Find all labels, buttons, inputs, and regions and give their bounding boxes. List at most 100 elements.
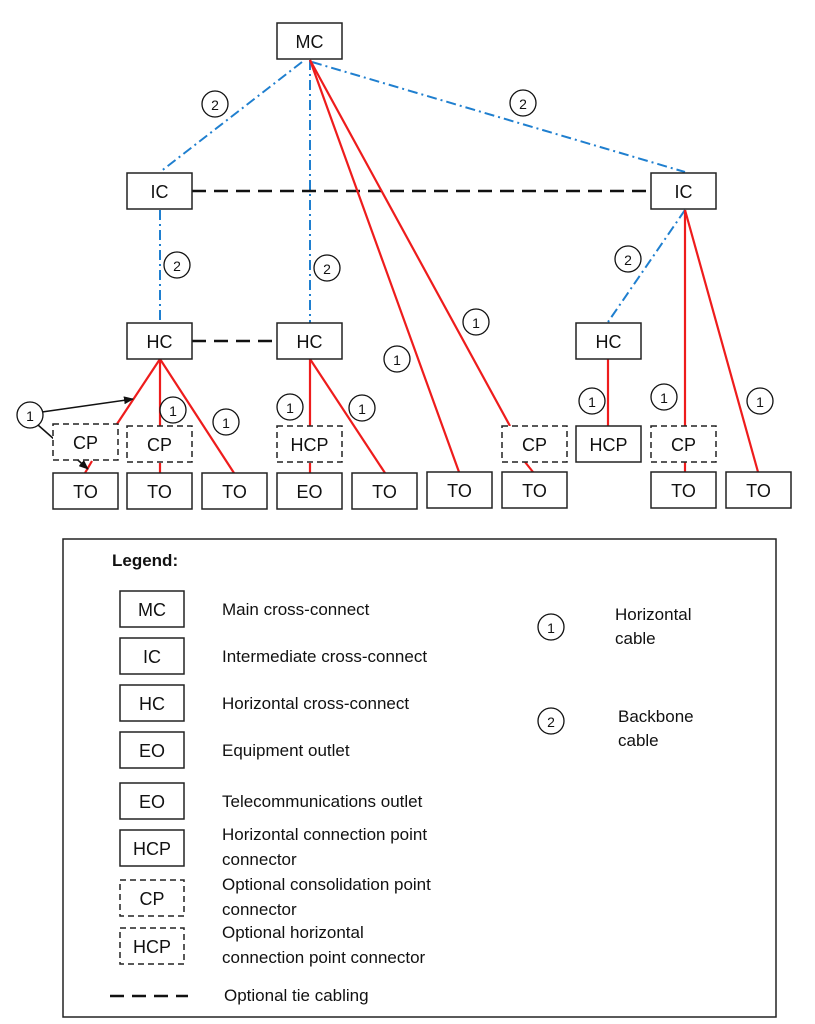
node-to-4: TO: [351, 472, 418, 510]
node-to-6: TO: [501, 471, 568, 509]
node-label: TO: [222, 482, 247, 502]
legend-text: connector: [222, 850, 297, 869]
backbone-cable-marker: 2: [313, 254, 341, 282]
node-to-1: TO: [52, 472, 119, 510]
legend-text: Telecommunications outlet: [222, 792, 423, 811]
backbone-cable-line: [159, 61, 303, 173]
horizontal-cable-marker: 1: [578, 387, 606, 415]
horizontal-cable-marker: 1: [212, 408, 240, 436]
node-label: HC: [297, 332, 323, 352]
horizontal-cable-marker: 1: [462, 308, 490, 336]
legend-cable-text: cable: [615, 629, 656, 648]
backbone-cable-marker: 2: [201, 90, 229, 118]
node-to-8: TO: [725, 471, 792, 509]
node-label: TO: [671, 481, 696, 501]
marker-number: 1: [26, 408, 34, 424]
node-cp-4: CP: [650, 425, 717, 463]
node-label: TO: [522, 481, 547, 501]
node-ic-right: IC: [650, 172, 717, 210]
marker-number: 2: [547, 714, 555, 730]
node-cp-1: CP: [52, 423, 119, 461]
backbone-cable-marker: 2: [509, 89, 537, 117]
node-label: TO: [73, 482, 98, 502]
legend-cable-text: cable: [618, 731, 659, 750]
node-hcp-opt: HCP: [276, 425, 343, 463]
legend-symbol: EO: [139, 792, 165, 812]
legend-text: connector: [222, 900, 297, 919]
marker-number: 1: [660, 390, 668, 406]
legend-symbol: MC: [138, 600, 166, 620]
node-to-2: TO: [126, 472, 193, 510]
cabling-topology-diagram: MC IC IC HC HC HC CP CP HCP CP HCP CP TO TO TO EO TO TO TO…: [16, 22, 792, 1018]
legend-tie-text: Optional tie cabling: [224, 986, 369, 1005]
horizontal-cable-marker: 1: [16, 401, 44, 429]
cable-markers: 2 2 2 2 2 1 1 1 1 1 1 1 1 1 1: [16, 89, 774, 436]
marker-number: 2: [624, 252, 632, 268]
pointer-arrow: [41, 396, 134, 413]
horizontal-cable-marker: 1: [650, 383, 678, 411]
node-hcp-right: HCP: [575, 425, 642, 463]
node-label: HCP: [589, 435, 627, 455]
backbone-cable-marker: 2: [614, 245, 642, 273]
horizontal-cable-marker: 1: [383, 345, 411, 373]
backbone-cable-marker: 2: [163, 251, 191, 279]
marker-number: 1: [756, 394, 764, 410]
legend-text: connection point connector: [222, 948, 426, 967]
horizontal-cable-marker: 1: [746, 387, 774, 415]
node-label: HC: [147, 332, 173, 352]
node-to-7: TO: [650, 471, 717, 509]
horizontal-cable-line: [116, 358, 161, 425]
horizontal-cable-marker: 1: [159, 396, 187, 424]
legend-text: Optional horizontal: [222, 923, 364, 942]
node-to-3: TO: [201, 472, 268, 510]
node-label: EO: [296, 482, 322, 502]
legend-text: Intermediate cross-connect: [222, 647, 427, 666]
node-label: MC: [296, 32, 324, 52]
marker-number: 1: [222, 415, 230, 431]
node-eo: EO: [276, 472, 343, 510]
node-label: CP: [73, 433, 98, 453]
node-hc-mid: HC: [276, 322, 343, 360]
marker-number: 2: [519, 96, 527, 112]
legend-text: Equipment outlet: [222, 741, 350, 760]
legend-cable-text: Backbone: [618, 707, 694, 726]
legend-symbol: CP: [139, 889, 164, 909]
legend-cable-marker: 1: [537, 613, 565, 641]
legend-symbol: HCP: [133, 937, 171, 957]
marker-number: 1: [588, 394, 596, 410]
node-mc: MC: [276, 22, 343, 60]
marker-number: 1: [393, 352, 401, 368]
marker-number: 2: [323, 261, 331, 277]
legend-text: Horizontal connection point: [222, 825, 427, 844]
legend-symbol: IC: [143, 647, 161, 667]
marker-number: 1: [169, 403, 177, 419]
legend-symbol: HCP: [133, 839, 171, 859]
node-to-5: TO: [426, 471, 493, 509]
cable-lines: [37, 59, 760, 474]
legend-title: Legend:: [112, 551, 178, 570]
marker-number: 1: [472, 315, 480, 331]
legend-symbol: HC: [139, 694, 165, 714]
node-label: TO: [746, 481, 771, 501]
node-label: TO: [447, 481, 472, 501]
legend-symbol: EO: [139, 741, 165, 761]
node-cp-3: CP: [501, 425, 568, 463]
node-label: TO: [147, 482, 172, 502]
node-ic-left: IC: [126, 172, 193, 210]
node-label: CP: [671, 435, 696, 455]
node-hc-right: HC: [575, 322, 642, 360]
node-label: HCP: [290, 435, 328, 455]
node-label: CP: [522, 435, 547, 455]
node-label: IC: [151, 182, 169, 202]
node-label: CP: [147, 435, 172, 455]
legend: Legend: MC Main cross-connect IC Intermedia…: [62, 538, 777, 1018]
marker-number: 1: [358, 401, 366, 417]
horizontal-cable-line: [309, 59, 511, 427]
legend-cable-text: Horizontal: [615, 605, 692, 624]
node-label: TO: [372, 482, 397, 502]
legend-text: Optional consolidation point: [222, 875, 431, 894]
marker-number: 2: [211, 97, 219, 113]
legend-text: Main cross-connect: [222, 600, 370, 619]
marker-number: 1: [286, 400, 294, 416]
marker-number: 1: [547, 620, 555, 636]
